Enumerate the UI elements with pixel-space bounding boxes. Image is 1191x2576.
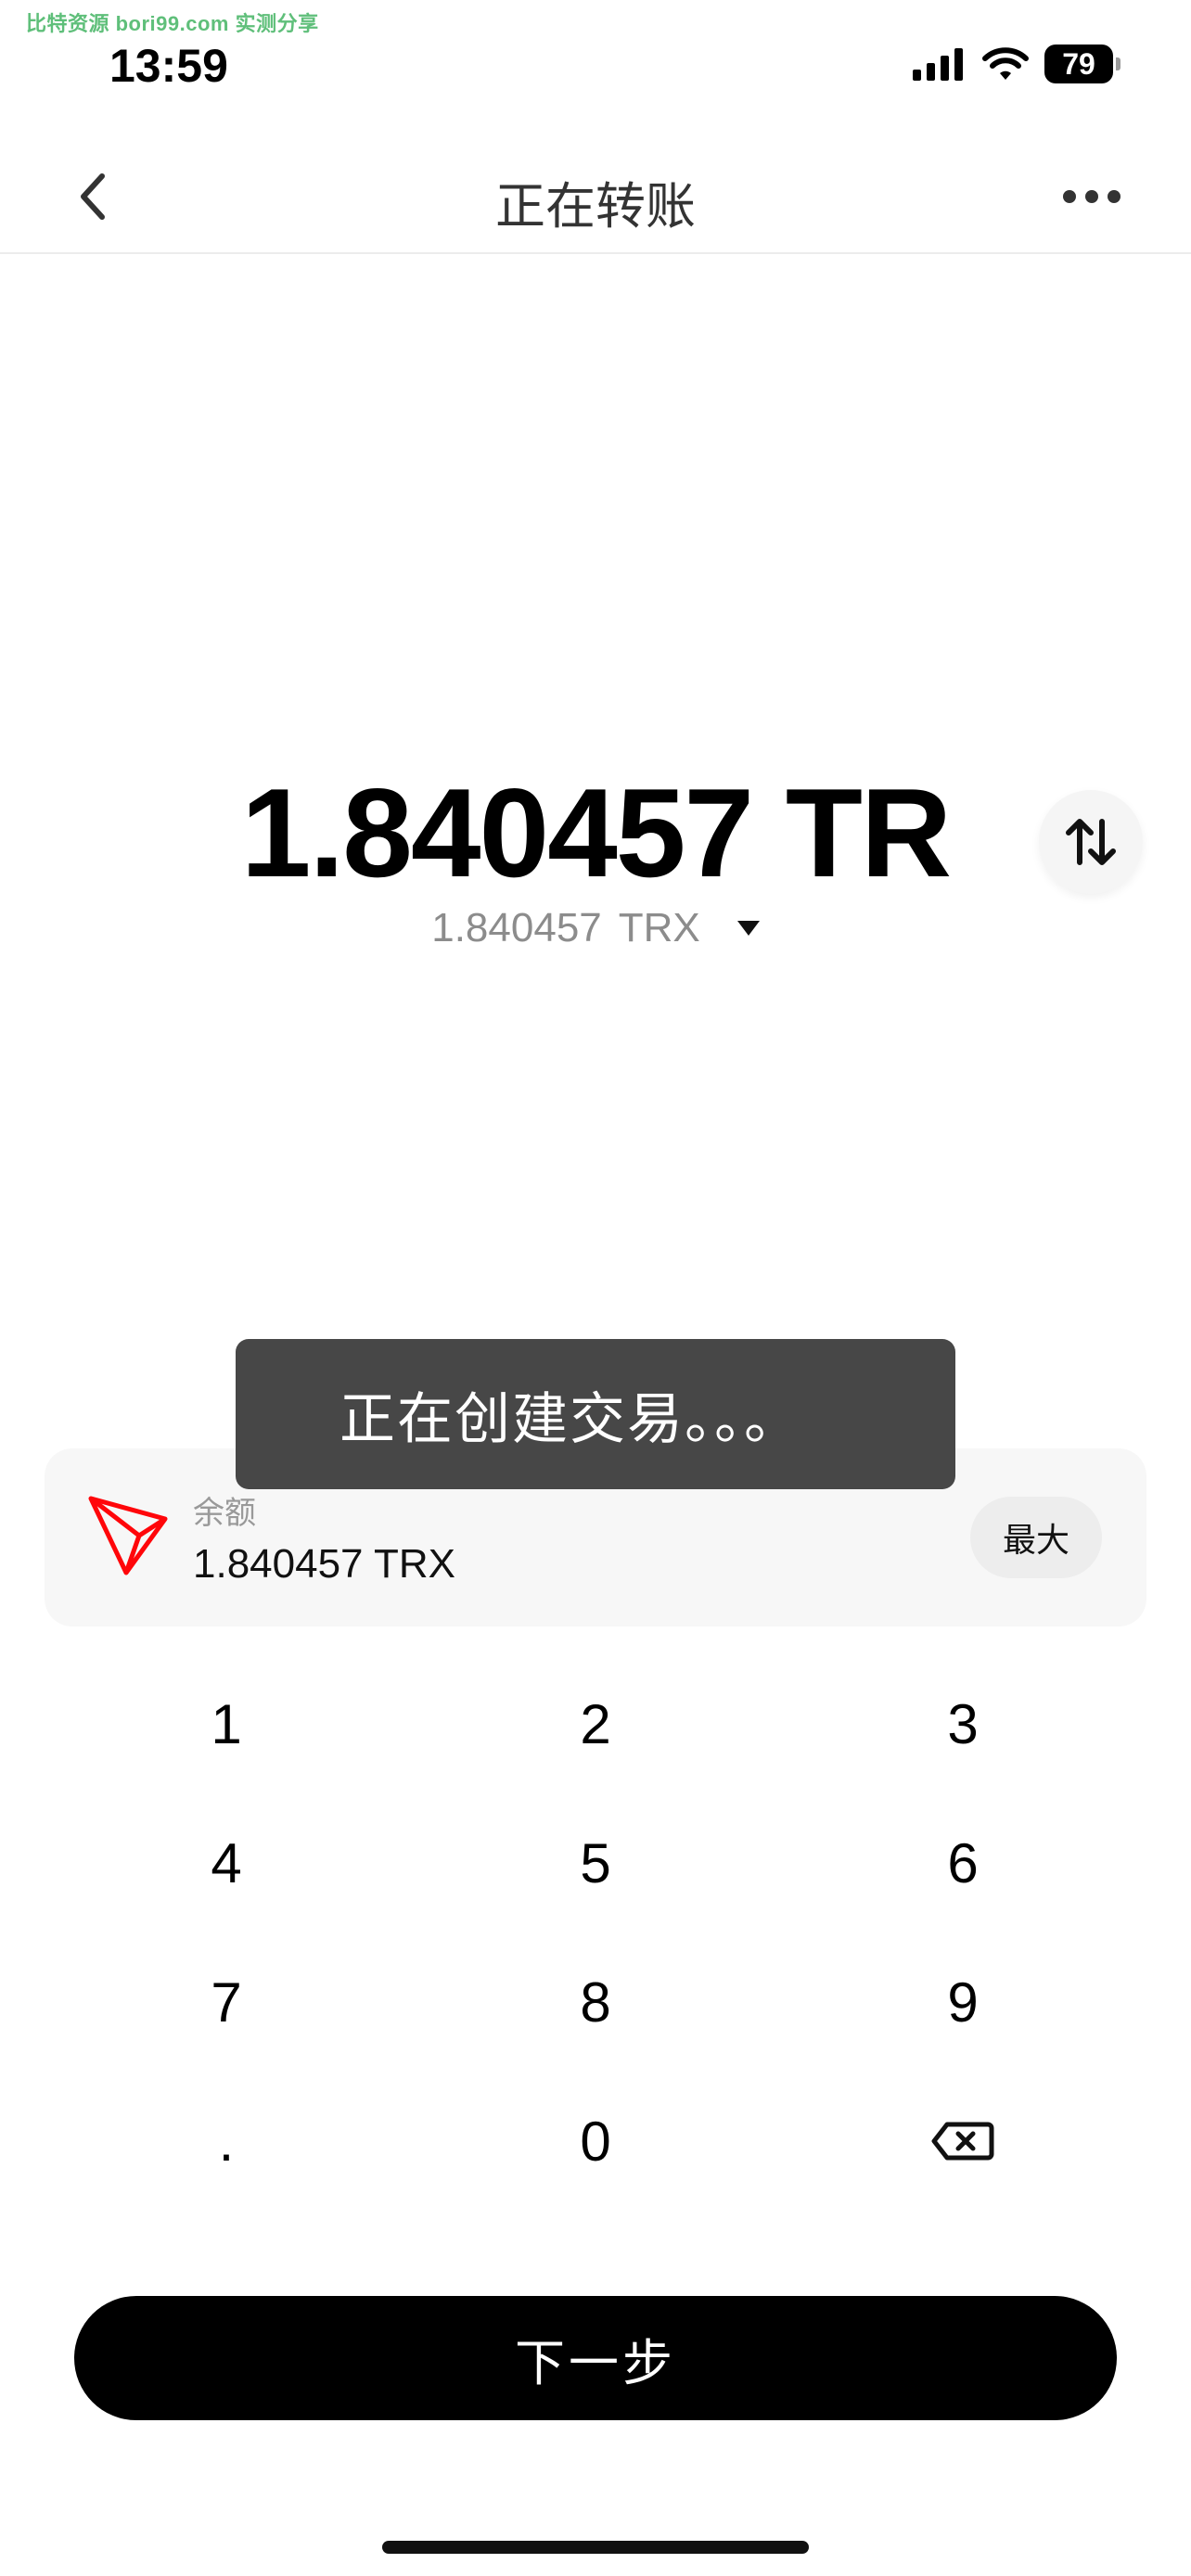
swap-unit-button[interactable] xyxy=(1039,790,1143,894)
key-3[interactable]: 3 xyxy=(861,1664,1065,1784)
max-button[interactable]: 最大 xyxy=(970,1497,1102,1578)
tron-logo-icon xyxy=(88,1496,168,1575)
more-dot-icon xyxy=(1063,190,1076,203)
page-title: 正在转账 xyxy=(495,179,696,235)
watermark: 比特资源 bori99.com 实测分享 xyxy=(26,12,319,35)
more-dot-icon xyxy=(1108,190,1121,203)
balance-label: 余额 xyxy=(193,1496,256,1531)
key-7[interactable]: 7 xyxy=(124,1942,328,2062)
balance-value: 1.840457 TRX xyxy=(193,1541,455,1587)
status-icons: 79 xyxy=(911,45,1121,83)
home-indicator xyxy=(382,2541,809,2554)
navigation-bar: 正在转账 xyxy=(0,141,1191,254)
key-1[interactable]: 1 xyxy=(124,1664,328,1784)
key-decimal[interactable]: . xyxy=(124,2081,328,2201)
backspace-icon xyxy=(931,2122,994,2161)
key-0[interactable]: 0 xyxy=(493,2081,698,2201)
key-9[interactable]: 9 xyxy=(861,1942,1065,2062)
converted-amount-unit: TRX xyxy=(618,905,700,950)
key-6[interactable]: 6 xyxy=(861,1803,1065,1923)
caret-down-icon[interactable] xyxy=(736,921,760,936)
key-4[interactable]: 4 xyxy=(124,1803,328,1923)
battery-level: 79 xyxy=(1062,46,1095,81)
battery-icon: 79 xyxy=(1044,45,1121,83)
converted-amount-value: 1.840457 xyxy=(431,905,602,950)
more-options-button[interactable] xyxy=(1050,167,1133,226)
key-2[interactable]: 2 xyxy=(493,1664,698,1784)
converted-amount[interactable]: 1.840457 TRX xyxy=(0,905,1191,951)
amount-display[interactable]: 1.840457 TR xyxy=(0,760,1191,905)
next-step-button[interactable]: 下一步 xyxy=(74,2296,1117,2420)
loading-toast: 正在创建交易。。。 xyxy=(236,1339,955,1489)
cellular-signal-icon xyxy=(913,48,963,81)
backspace-key[interactable] xyxy=(861,2081,1065,2201)
status-time: 13:59 xyxy=(109,40,228,92)
more-dot-icon xyxy=(1085,190,1098,203)
wifi-icon xyxy=(982,47,1029,80)
key-5[interactable]: 5 xyxy=(493,1803,698,1923)
swap-arrows-icon xyxy=(1066,819,1116,865)
key-8[interactable]: 8 xyxy=(493,1942,698,2062)
